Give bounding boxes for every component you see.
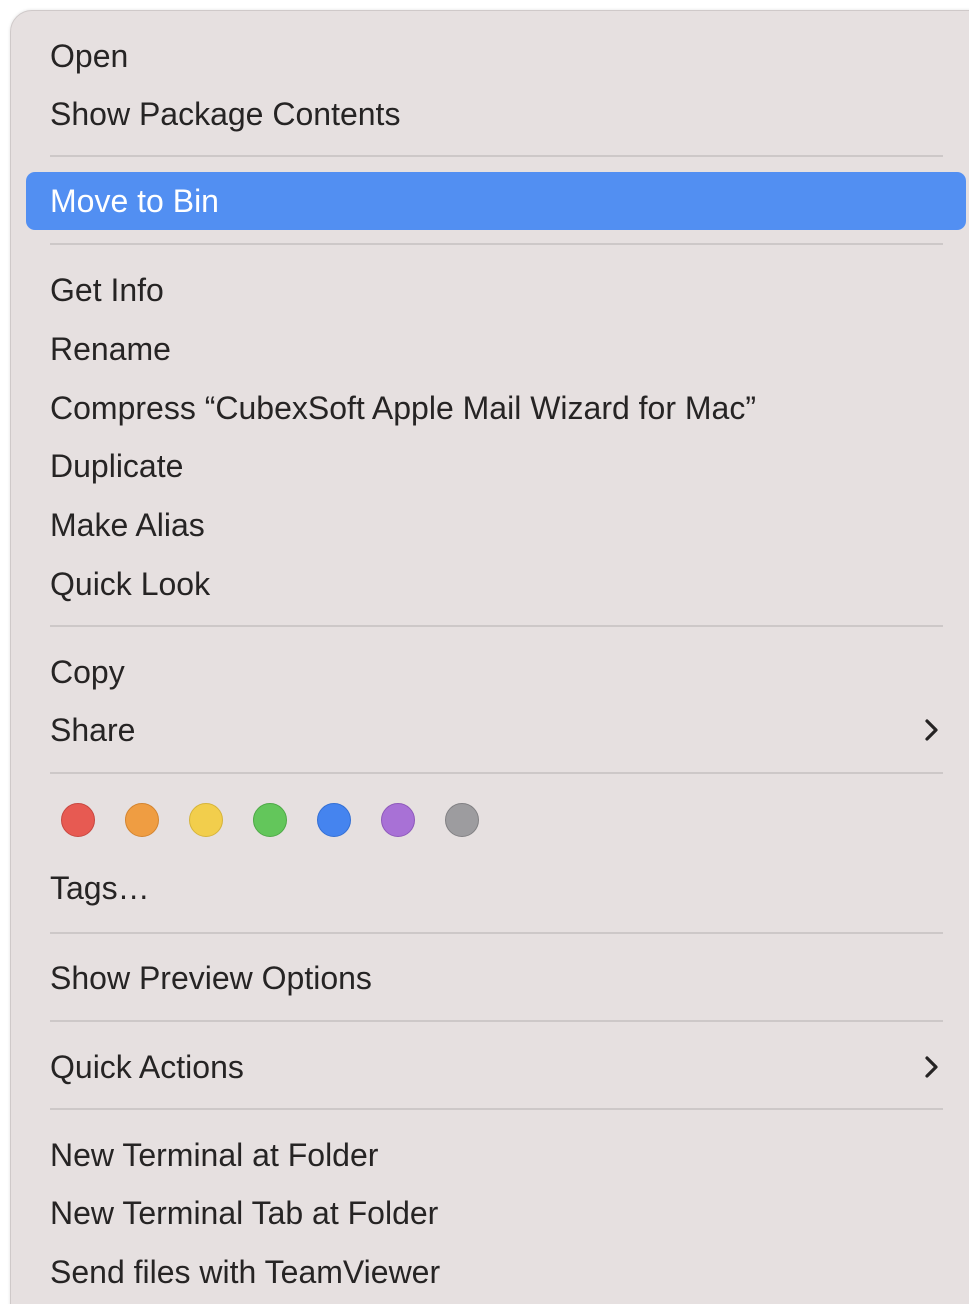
menu-separator (50, 772, 943, 774)
menu-separator (50, 932, 943, 934)
tag-color-yellow-icon[interactable] (189, 803, 223, 837)
chevron-right-icon (925, 719, 938, 741)
menu-item-get-info[interactable]: Get Info (26, 261, 966, 319)
menu-item-tags[interactable]: Tags… (26, 859, 966, 917)
menu-item-show-package-contents[interactable]: Show Package Contents (26, 85, 966, 143)
menu-separator (50, 155, 943, 157)
tag-color-green-icon[interactable] (253, 803, 287, 837)
menu-item-copy[interactable]: Copy (26, 643, 966, 701)
menu-item-new-terminal-tab-at-folder[interactable]: New Terminal Tab at Folder (26, 1184, 966, 1242)
tag-color-gray-icon[interactable] (445, 803, 479, 837)
menu-item-move-to-bin[interactable]: Move to Bin (26, 172, 966, 230)
menu-item-quick-actions-label: Quick Actions (50, 1049, 244, 1085)
menu-item-compress[interactable]: Compress “CubexSoft Apple Mail Wizard fo… (26, 379, 966, 437)
menu-item-duplicate[interactable]: Duplicate (26, 437, 966, 495)
menu-item-open[interactable]: Open (26, 27, 966, 85)
menu-separator (50, 1020, 943, 1022)
chevron-right-icon (925, 1056, 938, 1078)
menu-separator (50, 1108, 943, 1110)
menu-item-share-label: Share (50, 712, 136, 748)
menu-item-show-preview-options[interactable]: Show Preview Options (26, 949, 966, 1007)
context-menu: Open Show Package Contents Move to Bin G… (10, 10, 969, 1304)
menu-item-new-terminal-at-folder[interactable]: New Terminal at Folder (26, 1126, 966, 1184)
tag-color-orange-icon[interactable] (125, 803, 159, 837)
menu-item-send-files-teamviewer[interactable]: Send files with TeamViewer (26, 1243, 966, 1301)
menu-item-rename[interactable]: Rename (26, 320, 966, 378)
tag-color-red-icon[interactable] (61, 803, 95, 837)
tag-color-blue-icon[interactable] (317, 803, 351, 837)
menu-item-make-alias[interactable]: Make Alias (26, 496, 966, 554)
tag-color-purple-icon[interactable] (381, 803, 415, 837)
menu-separator (50, 625, 943, 627)
menu-item-quick-actions[interactable]: Quick Actions (26, 1038, 966, 1096)
menu-separator (50, 243, 943, 245)
menu-item-share[interactable]: Share (26, 701, 966, 759)
menu-item-quick-look[interactable]: Quick Look (26, 555, 966, 613)
